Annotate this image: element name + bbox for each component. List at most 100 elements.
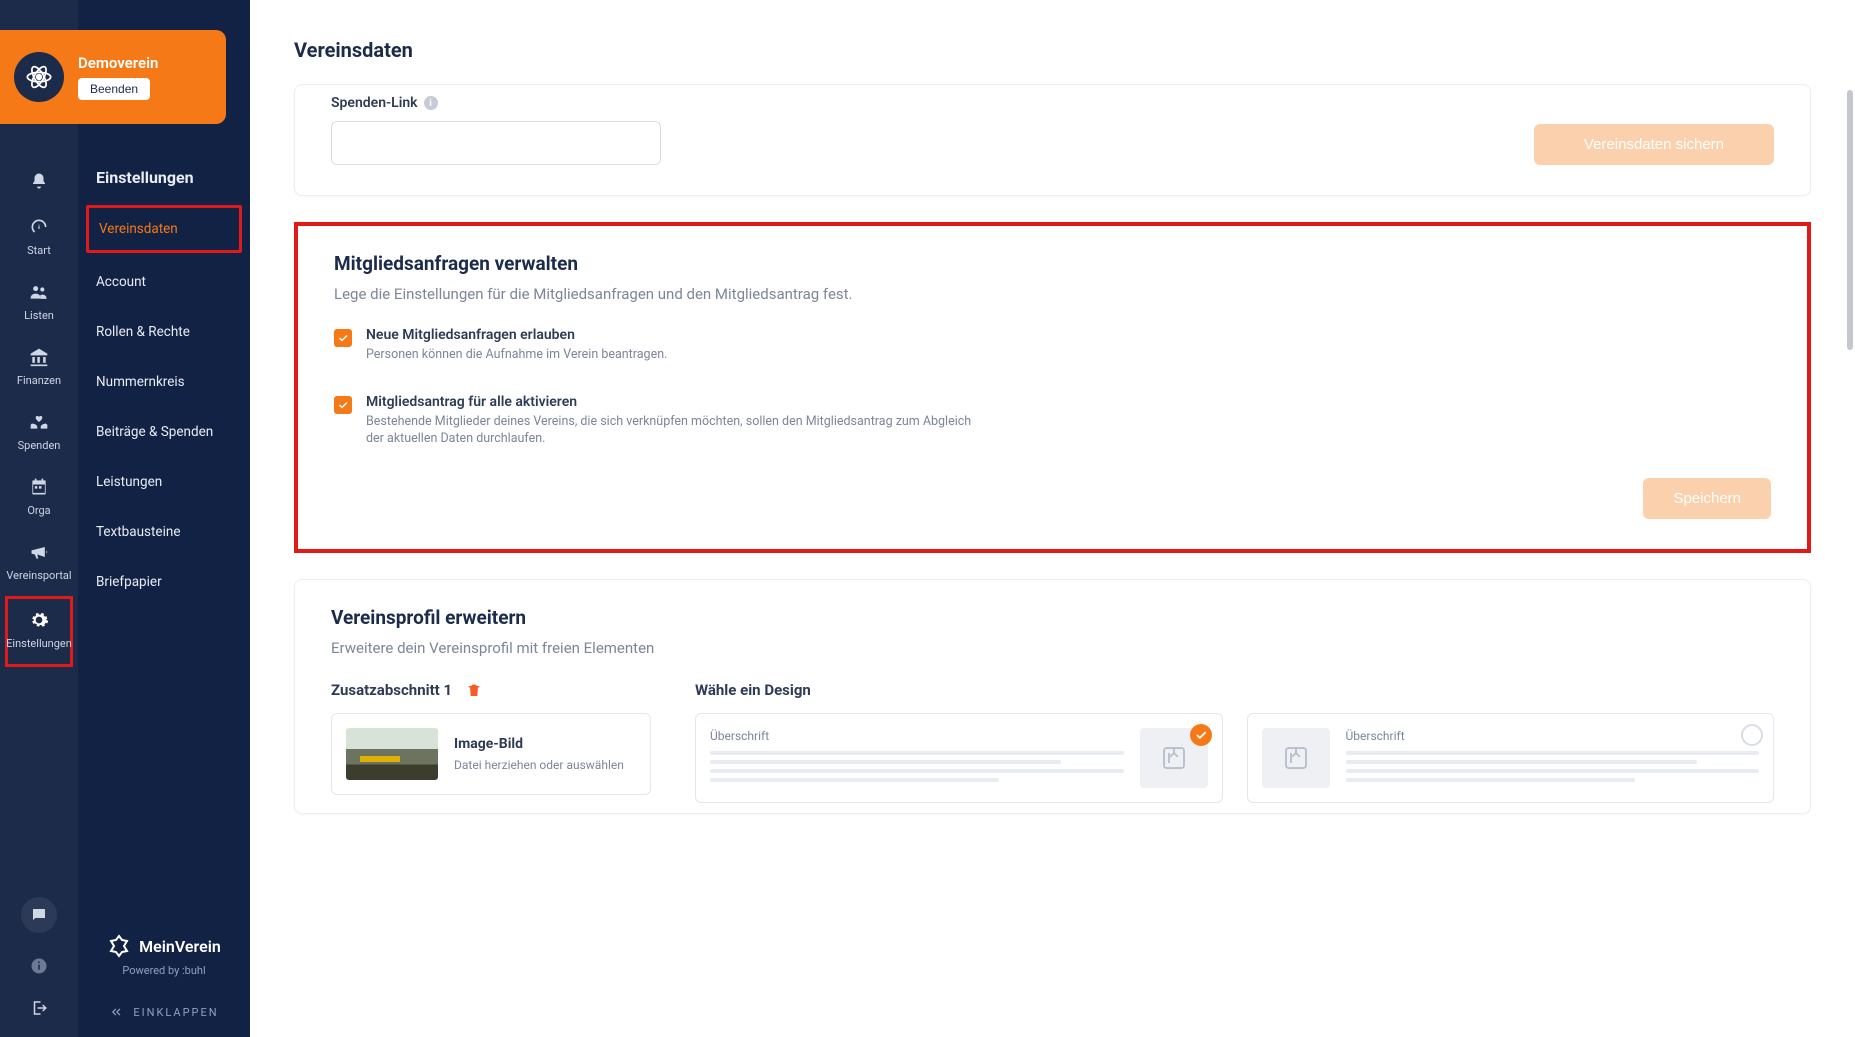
zusatz-header: Zusatzabschnitt 1 [331, 681, 671, 699]
save-mitglied-button[interactable]: Speichern [1643, 478, 1771, 519]
design-heading-placeholder: Überschrift [1346, 729, 1760, 743]
collapse-label: EINKLAPPEN [133, 1006, 218, 1019]
design-option-2[interactable]: Überschrift [1247, 713, 1775, 803]
mitglied-subtitle: Lege die Einstellungen für die Mitglieds… [334, 285, 1771, 303]
rail-orga-label: Orga [27, 504, 50, 517]
gear-icon [28, 609, 50, 631]
vereinsprofil-card: Vereinsprofil erweitern Erweitere dein V… [294, 579, 1811, 814]
rail-vereinsportal[interactable]: Vereinsportal [0, 531, 78, 596]
mitglied-title: Mitgliedsanfragen verwalten [334, 252, 1771, 275]
collapse-sidebar-button[interactable]: EINKLAPPEN [78, 1005, 250, 1019]
rail-spenden[interactable]: Spenden [0, 401, 78, 466]
rail-finanzen-label: Finanzen [17, 374, 61, 387]
profil-title: Vereinsprofil erweitern [331, 606, 1774, 629]
sidebar-item-textbausteine[interactable]: Textbausteine [86, 511, 242, 553]
main-inner: Spenden-Link i Vereinsdaten sichern Mitg… [250, 84, 1855, 880]
image-label: Image-Bild [454, 736, 624, 752]
image-thumbnail [346, 728, 438, 780]
design-option-1[interactable]: Überschrift [695, 713, 1223, 803]
exit-button[interactable]: Beenden [78, 78, 150, 100]
design-title: Wähle ein Design [695, 681, 1774, 699]
main-content: Vereinsdaten Spenden-Link i Vereinsdaten… [250, 0, 1855, 1037]
sidebar-footer: MeinVerein Powered by :buhl EINKLAPPEN [78, 934, 250, 1037]
sidebar-item-vereinsdaten[interactable]: Vereinsdaten [86, 205, 242, 253]
rail-start-label: Start [27, 244, 51, 257]
radio-selected-icon [1190, 724, 1212, 746]
page-title: Vereinsdaten [250, 0, 1855, 84]
megaphone-icon [28, 541, 50, 563]
spenden-link-input[interactable] [331, 121, 661, 165]
rail-listen[interactable]: Listen [0, 271, 78, 336]
opt1-sub: Personen können die Aufnahme im Verein b… [366, 346, 667, 364]
info-button[interactable] [30, 957, 48, 975]
help-chat-button[interactable] [21, 897, 57, 933]
gauge-icon [28, 216, 50, 238]
delete-zusatz-button[interactable] [466, 682, 482, 698]
check-row-antrag-alle: Mitgliedsantrag für alle aktivieren Best… [334, 394, 1771, 448]
sidebar-item-account[interactable]: Account [86, 261, 242, 303]
sidebar-item-rollen[interactable]: Rollen & Rechte [86, 311, 242, 353]
calendar-icon [28, 476, 50, 498]
image-placeholder-icon [1262, 728, 1330, 788]
spenden-link-card: Spenden-Link i Vereinsdaten sichern [294, 84, 1811, 196]
spenden-link-label: Spenden-Link i [331, 95, 661, 111]
check-icon [337, 332, 349, 344]
brand-name: MeinVerein [139, 937, 221, 956]
bell-icon [28, 170, 50, 192]
zusatz-col: Zusatzabschnitt 1 Image-Bild Datei herzi… [331, 681, 671, 795]
sidebar-item-briefpapier[interactable]: Briefpapier [86, 561, 242, 603]
rail-listen-label: Listen [24, 309, 54, 322]
app-root: Demoverein Beenden Start Listen Fi [0, 0, 1855, 1037]
rail-vereinsportal-label: Vereinsportal [6, 569, 71, 582]
settings-sidebar: Einstellungen Vereinsdaten Account Rolle… [78, 0, 250, 1037]
save-vereinsdaten-button[interactable]: Vereinsdaten sichern [1534, 124, 1774, 165]
image-hint: Datei herziehen oder auswählen [454, 758, 624, 772]
profile-row: Zusatzabschnitt 1 Image-Bild Datei herzi… [331, 681, 1774, 803]
design-options: Überschrift [695, 713, 1774, 803]
check-row-neue-anfragen: Neue Mitgliedsanfragen erlauben Personen… [334, 327, 1771, 364]
design-col: Wähle ein Design Überschrift [695, 681, 1774, 803]
hands-heart-icon [28, 411, 50, 433]
chat-help-icon [30, 906, 48, 924]
rail-spenden-label: Spenden [18, 439, 61, 452]
opt1-title: Neue Mitgliedsanfragen erlauben [366, 327, 667, 343]
brand-row: MeinVerein [78, 934, 250, 958]
image-upload-box[interactable]: Image-Bild Datei herziehen oder auswähle… [331, 713, 651, 795]
org-info: Demoverein Beenden [78, 54, 158, 100]
org-name: Demoverein [78, 54, 158, 72]
meinverein-logo-icon [107, 934, 131, 958]
org-header-card: Demoverein Beenden [0, 30, 226, 124]
org-logo [14, 52, 64, 102]
rail-einstellungen-label: Einstellungen [6, 637, 72, 650]
design-heading-placeholder: Überschrift [710, 729, 1124, 743]
chevron-double-left-icon [109, 1005, 123, 1019]
rail-orga[interactable]: Orga [0, 466, 78, 531]
sidebar-heading: Einstellungen [78, 160, 250, 205]
opt2-title: Mitgliedsantrag für alle aktivieren [366, 394, 986, 410]
trash-icon [466, 682, 482, 698]
rail-einstellungen[interactable]: Einstellungen [5, 596, 73, 667]
info-circle-icon [30, 957, 48, 975]
rail-footer [0, 897, 78, 1037]
icon-rail: Start Listen Finanzen Spenden Orga [0, 0, 78, 1037]
sidebar-item-leistungen[interactable]: Leistungen [86, 461, 242, 503]
rail-finanzen[interactable]: Finanzen [0, 336, 78, 401]
rail-notifications[interactable] [0, 160, 78, 206]
sidebar-item-beitraege[interactable]: Beiträge & Spenden [86, 411, 242, 453]
opt2-sub: Bestehende Mitglieder deines Vereins, di… [366, 413, 986, 448]
sidebar-item-nummernkreis[interactable]: Nummernkreis [86, 361, 242, 403]
scrollbar[interactable] [1847, 90, 1853, 350]
info-icon[interactable]: i [424, 96, 438, 110]
radio-unselected-icon [1741, 724, 1763, 746]
checkbox-antrag-alle[interactable] [334, 396, 352, 414]
logout-button[interactable] [30, 999, 48, 1017]
mitgliedsanfragen-card: Mitgliedsanfragen verwalten Lege die Ein… [294, 222, 1811, 553]
rail-start[interactable]: Start [0, 206, 78, 271]
logout-icon [30, 999, 48, 1017]
profil-subtitle: Erweitere dein Vereinsprofil mit freien … [331, 639, 1774, 657]
zusatz-label: Zusatzabschnitt 1 [331, 681, 452, 699]
atom-icon [25, 63, 53, 91]
people-icon [28, 281, 50, 303]
powered-by: Powered by :buhl [78, 964, 250, 977]
checkbox-neue-anfragen[interactable] [334, 329, 352, 347]
